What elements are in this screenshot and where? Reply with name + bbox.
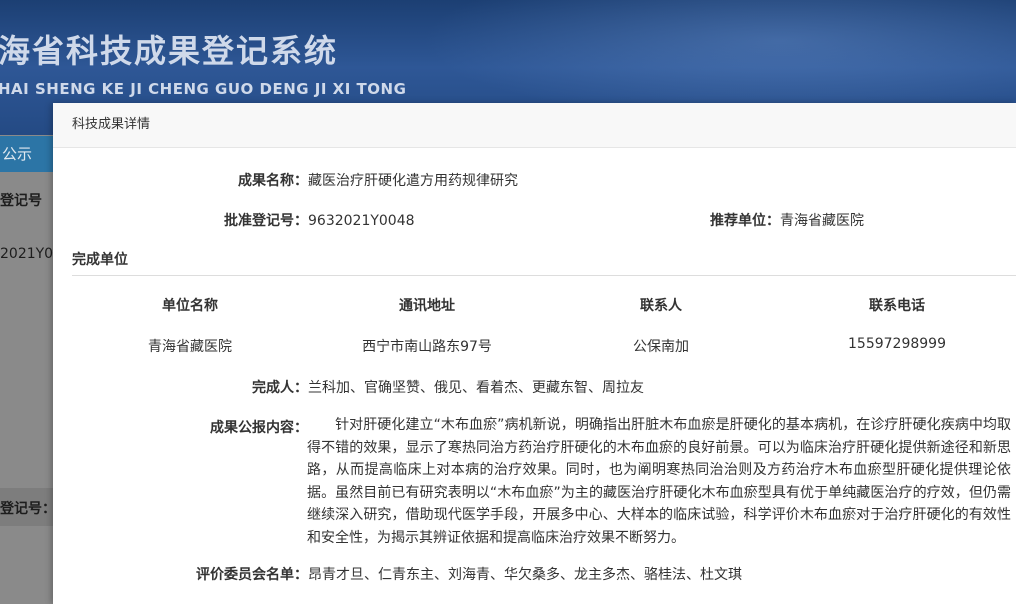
abstract-text: 针对肝硬化建立“木布血瘀”病机新说，明确指出肝脏木布血瘀是肝硬化的基本病机，在诊… <box>307 414 1011 549</box>
approval-no-row: 批准登记号：9632021Y0048 <box>224 210 415 230</box>
achievement-name-row: 成果名称：藏医治疗肝硬化遣方用药规律研究 <box>238 170 518 190</box>
abstract-value: 针对肝硬化建立“木布血瘀”病机新说，明确指出肝脏木布血瘀是肝硬化的基本病机，在诊… <box>307 417 1011 546</box>
table-cell-phone: 15597298999 <box>848 336 946 352</box>
table-header-phone: 联系电话 <box>869 298 925 314</box>
abstract-label: 成果公报内容： <box>210 420 308 436</box>
table-cell-contact: 公保南加 <box>633 339 689 355</box>
achievement-name-value: 藏医治疗肝硬化遣方用药规律研究 <box>308 173 518 189</box>
section-completing-units: 完成单位 <box>72 249 1016 276</box>
table-cell-address: 西宁市南山路东97号 <box>362 339 492 355</box>
bg-reg-no-label-2: 登记号： <box>0 501 56 517</box>
committee-row: 评价委员会名单：昂青才旦、仁青东主、刘海青、华欠桑多、龙主多杰、骆桂法、杜文琪 <box>196 564 742 584</box>
completers-value: 兰科加、官确坚赞、俄见、看着杰、更藏东智、周拉友 <box>308 380 644 396</box>
completers-label: 完成人： <box>252 380 308 396</box>
recommender-value: 青海省藏医院 <box>780 213 864 229</box>
table-cell-unit-name: 青海省藏医院 <box>148 339 232 355</box>
dialog-title: 科技成果详情 <box>53 103 1016 148</box>
committee-label: 评价委员会名单： <box>196 567 308 583</box>
completers-row: 完成人：兰科加、官确坚赞、俄见、看着杰、更藏东智、周拉友 <box>252 377 644 397</box>
approval-no-value: 9632021Y0048 <box>308 213 415 229</box>
recommender-row: 推荐单位：青海省藏医院 <box>710 210 864 230</box>
recommender-label: 推荐单位： <box>710 213 780 229</box>
table-header-unit-name: 单位名称 <box>162 298 218 314</box>
tab-public-notice[interactable]: 公示 <box>0 136 56 172</box>
table-header-contact: 联系人 <box>640 298 682 314</box>
table-header-address: 通讯地址 <box>399 298 455 314</box>
achievement-detail-dialog: 科技成果详情 成果名称：藏医治疗肝硬化遣方用药规律研究 批准登记号：963202… <box>53 103 1016 604</box>
committee-value: 昂青才旦、仁青东主、刘海青、华欠桑多、龙主多杰、骆桂法、杜文琪 <box>308 567 742 583</box>
approval-no-label: 批准登记号： <box>224 213 308 229</box>
site-title: 海省科技成果登记系统 <box>0 32 339 70</box>
achievement-name-label: 成果名称： <box>238 173 308 189</box>
bg-reg-no-label: 登记号 <box>0 193 42 209</box>
site-subtitle: HAI SHENG KE JI CHENG GUO DENG JI XI TON… <box>0 80 407 98</box>
